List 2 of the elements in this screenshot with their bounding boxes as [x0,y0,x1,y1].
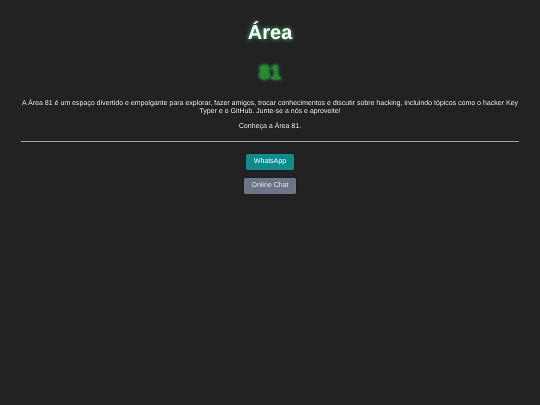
page-subtitle: 81 [258,61,282,86]
page-title: Área [248,20,292,46]
